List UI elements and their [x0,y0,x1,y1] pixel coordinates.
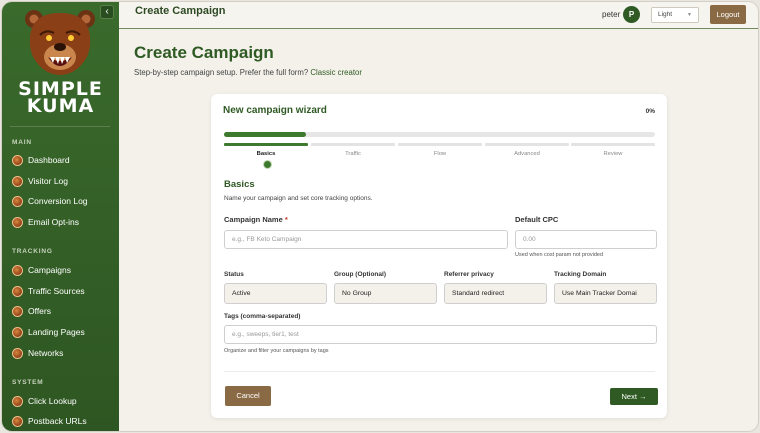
cancel-button[interactable]: Cancel [225,386,271,406]
group-select[interactable]: No Group [334,283,437,304]
section-title-system: SYSTEM [12,379,44,386]
campaign-name-input[interactable]: e.g., FB Keto Campaign [224,230,508,249]
step-indicator-bar [224,143,308,146]
theme-select[interactable]: Light ▼ [651,7,699,23]
step-indicator-bar [311,143,395,146]
topbar-title: Create Campaign [135,5,226,17]
step-indicator-bar [485,143,569,146]
step-label: Review [603,151,623,157]
campaign-name-label-text: Campaign Name [224,215,283,224]
step-basics[interactable]: Basics [224,143,308,157]
step-indicator-bar [398,143,482,146]
chevron-down-icon: ▼ [687,12,692,18]
username: peter [602,10,621,19]
page-subtitle: Step-by-step campaign setup. Prefer the … [134,68,362,77]
sidebar-item-label: Dashboard [28,155,70,165]
default-cpc-label: Default CPC [515,215,559,224]
sidebar-item-offers[interactable]: Offers [12,303,51,319]
sidebar-item-conversion-log[interactable]: Conversion Log [12,193,88,209]
step-traffic[interactable]: Traffic [311,143,395,157]
classic-creator-link[interactable]: Classic creator [310,68,362,77]
bear-icon [12,305,23,317]
next-button[interactable]: Next → [610,388,658,405]
theme-select-value: Light [658,11,673,18]
step-label: Advanced [514,151,540,157]
sidebar-item-label: Traffic Sources [28,286,85,296]
step-review[interactable]: Review [571,143,655,157]
brand-line-2: KUMA [26,95,95,117]
section-title-tracking: TRACKING [12,248,53,255]
bear-icon [12,264,23,276]
sidebar-item-click-lookup[interactable]: Click Lookup [12,393,77,409]
sidebar-item-label: Landing Pages [28,327,85,337]
progress-percent: 0% [645,108,655,115]
referrer-privacy-select[interactable]: Standard redirect [444,283,547,304]
card-divider [224,371,655,372]
app-window: ‹ SIMPLE KUMA MAIN Dashboard Visitor Log… [2,2,758,431]
step-label: Basics [256,151,276,157]
tracking-domain-label: Tracking Domain [554,271,607,278]
sidebar-item-campaigns[interactable]: Campaigns [12,262,71,278]
section-heading: Basics [224,179,255,190]
sidebar-item-label: Click Lookup [28,396,77,406]
sidebar-divider [10,126,110,127]
group-label: Group (Optional) [334,271,386,278]
sidebar-item-label: Visitor Log [28,176,69,186]
current-step-dot [264,161,271,168]
sidebar-item-networks[interactable]: Networks [12,345,63,361]
bear-icon [12,326,23,338]
sidebar-item-label: Email Opt-ins [28,217,80,227]
sidebar-item-label: Networks [28,348,64,358]
tags-help: Organize and filter your campaigns by ta… [224,348,329,354]
bear-icon [12,415,23,427]
section-description: Name your campaign and set core tracking… [224,195,373,202]
step-flow[interactable]: Flow [398,143,482,157]
tags-label: Tags (comma-separated) [224,313,301,320]
sidebar-item-label: Offers [28,306,51,316]
bear-logo [25,10,95,75]
bear-icon [12,195,23,207]
bear-icon [12,175,23,187]
wizard-card: New campaign wizard 0% Basics Traffic Fl… [211,94,667,418]
step-label: Traffic [345,151,361,157]
tags-input[interactable]: e.g., sweeps, tier1, test [224,325,657,344]
step-indicator-bar [571,143,655,146]
progress-bar [224,132,655,137]
progress-bar-fill [224,132,306,137]
default-cpc-input[interactable]: 0.00 [515,230,657,249]
logout-button[interactable]: Logout [710,5,746,24]
step-advanced[interactable]: Advanced [485,143,569,157]
tracking-domain-select[interactable]: Use Main Tracker Domai [554,283,657,304]
bear-icon [12,154,23,166]
status-select[interactable]: Active [224,283,327,304]
sidebar-item-email-optins[interactable]: Email Opt-ins [12,214,79,230]
sidebar-item-label: Postback URLs [28,416,87,426]
campaign-name-label: Campaign Name * [224,215,288,224]
page-subtitle-text: Step-by-step campaign setup. Prefer the … [134,68,309,77]
sidebar-item-label: Campaigns [28,265,71,275]
wizard-title: New campaign wizard [223,105,327,116]
bear-icon [12,216,23,228]
step-label: Flow [433,151,447,157]
bear-icon [12,395,23,407]
sidebar-item-label: Conversion Log [28,196,88,206]
sidebar-item-postback-urls[interactable]: Postback URLs [12,413,87,429]
default-cpc-help: Used when cost param not provided [515,252,604,258]
sidebar-item-traffic-sources[interactable]: Traffic Sources [12,283,85,299]
chevron-left-icon[interactable]: ‹ [100,5,114,19]
sidebar-item-landing-pages[interactable]: Landing Pages [12,324,85,340]
sidebar-item-dashboard[interactable]: Dashboard [12,152,70,168]
status-label: Status [224,271,244,278]
page-title: Create Campaign [134,43,274,62]
referrer-privacy-label: Referrer privacy [444,271,494,278]
section-title-main: MAIN [12,139,32,146]
required-asterisk: * [284,215,288,224]
sidebar: ‹ SIMPLE KUMA MAIN Dashboard Visitor Log… [2,2,119,431]
bear-icon [12,347,23,359]
avatar[interactable]: P [623,6,640,23]
bear-icon [12,285,23,297]
sidebar-item-visitor-log[interactable]: Visitor Log [12,173,68,189]
topbar: Create Campaign peter P Light ▼ Logout [119,2,758,29]
